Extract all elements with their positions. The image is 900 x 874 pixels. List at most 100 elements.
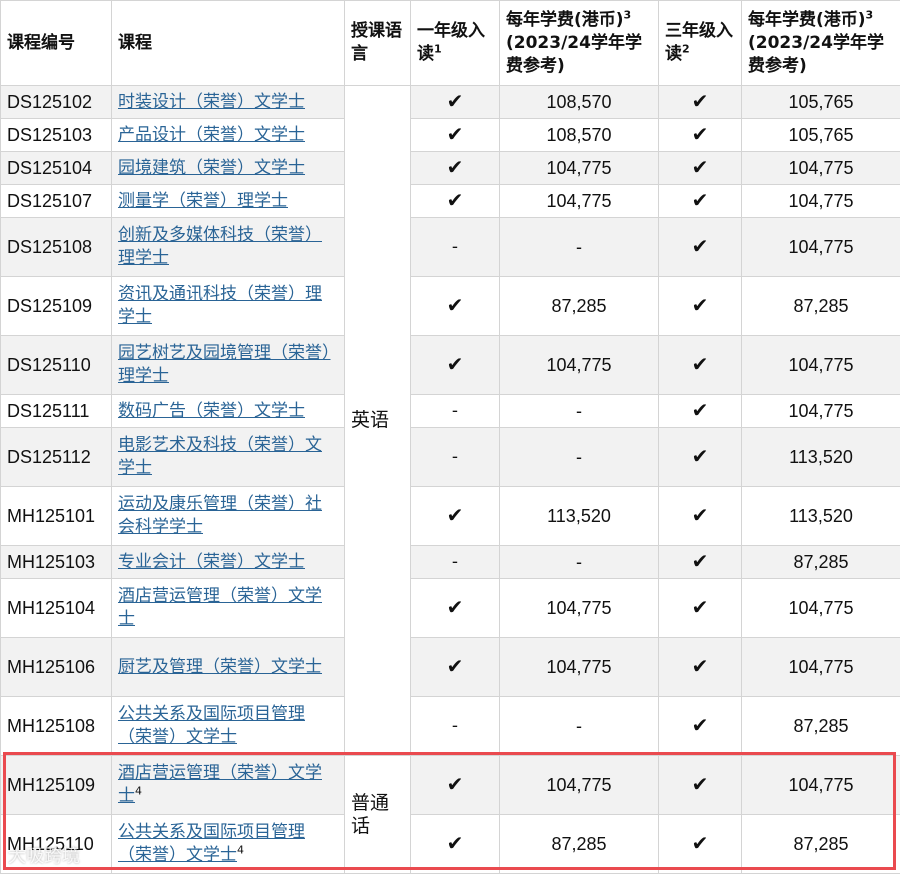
fee-value: 104,775 (546, 597, 612, 618)
fee-value: 108,570 (546, 124, 612, 145)
course-code: DS125109 (0, 276, 112, 336)
year3-status: ✔ (658, 276, 742, 336)
year1-fee: 113,520 (499, 486, 659, 546)
year3-fee: 113,520 (741, 486, 900, 546)
dash-mark: - (576, 236, 582, 257)
course-code: DS125103 (0, 118, 112, 152)
course-code: MH125109 (0, 755, 112, 815)
course-link[interactable]: 园艺树艺及园境管理（荣誉）理学士 (118, 343, 331, 386)
year3-status: ✔ (658, 814, 742, 874)
course-link[interactable]: 酒店营运管理（荣誉）文学士 (118, 586, 322, 629)
table-row: MH125104 酒店营运管理（荣誉）文学士 ✔ 104,775 ✔ 104,775 (0, 578, 900, 638)
year3-status: ✔ (658, 118, 742, 152)
course-cell: 园境建筑（荣誉）文学士 (111, 151, 345, 185)
course-link[interactable]: 运动及康乐管理（荣誉）社会科学学士 (118, 494, 322, 537)
year3-fee: 104,775 (741, 217, 900, 277)
year1-fee: 104,775 (499, 578, 659, 638)
year3-fee: 87,285 (741, 696, 900, 756)
course-link[interactable]: 数码广告（荣誉）文学士 (118, 401, 305, 421)
course-cell: 电影艺术及科技（荣誉）文学士 (111, 427, 345, 487)
check-icon: ✔ (691, 292, 709, 317)
year3-status: ✔ (658, 637, 742, 697)
course-cell: 数码广告（荣誉）文学士 (111, 394, 345, 428)
dash-mark: - (451, 446, 459, 467)
year3-fee: 113,520 (741, 427, 900, 487)
year3-fee: 104,775 (741, 394, 900, 428)
course-link[interactable]: 电影艺术及科技（荣誉）文学士 (118, 435, 322, 478)
year3-status: ✔ (658, 755, 742, 815)
year1-status: ✔ (410, 755, 500, 815)
course-link[interactable]: 资讯及通讯科技（荣誉）理学士 (118, 284, 322, 327)
course-cell: 产品设计（荣誉）文学士 (111, 118, 345, 152)
check-icon: ✔ (691, 594, 709, 619)
course-cell: 测量学（荣誉）理学士 (111, 184, 345, 218)
dash-mark: - (576, 446, 582, 467)
check-icon: ✔ (446, 830, 464, 855)
course-link[interactable]: 厨艺及管理（荣誉）文学士 (118, 657, 322, 677)
fee-value: 104,775 (546, 190, 612, 211)
check-icon: ✔ (691, 351, 709, 376)
year1-status: ✔ (410, 486, 500, 546)
year3-fee: 104,775 (741, 184, 900, 218)
year1-fee: 108,570 (499, 85, 659, 119)
dash-mark: - (451, 400, 459, 421)
language-english: 英语 (344, 85, 411, 756)
course-link[interactable]: 公共关系及国际项目管理（荣誉）文学士 (118, 822, 305, 865)
year3-fee: 87,285 (741, 545, 900, 579)
year3-status: ✔ (658, 696, 742, 756)
fee-value: 104,775 (788, 774, 854, 795)
fee-value: 104,775 (788, 656, 854, 677)
check-icon: ✔ (691, 154, 709, 179)
course-code: DS125104 (0, 151, 112, 185)
course-link[interactable]: 园境建筑（荣誉）文学士 (118, 158, 305, 178)
year1-fee: 104,775 (499, 637, 659, 697)
fee-value: 104,775 (788, 157, 854, 178)
course-link[interactable]: 产品设计（荣誉）文学士 (118, 125, 305, 145)
course-link[interactable]: 酒店营运管理（荣誉）文学士 (118, 763, 322, 806)
year1-status: ✔ (410, 151, 500, 185)
table-row: DS125107 测量学（荣誉）理学士 ✔ 104,775 ✔ 104,775 (0, 184, 900, 218)
fee-value: 87,285 (793, 295, 849, 316)
check-icon: ✔ (446, 88, 464, 113)
fee-value: 87,285 (793, 551, 849, 572)
course-link[interactable]: 公共关系及国际项目管理（荣誉）文学士 (118, 704, 305, 747)
check-icon: ✔ (691, 712, 709, 737)
year1-status: ✔ (410, 814, 500, 874)
check-icon: ✔ (691, 653, 709, 678)
course-link[interactable]: 测量学（荣誉）理学士 (118, 191, 288, 211)
table-row: DS125102 时装设计（荣誉）文学士 英语 ✔ 108,570 ✔ 105,765 (0, 85, 900, 756)
year1-status: - (410, 427, 500, 487)
year1-fee: - (499, 427, 659, 487)
course-link[interactable]: 专业会计（荣誉）文学士 (118, 552, 305, 572)
course-link[interactable]: 时装设计（荣誉）文学士 (118, 92, 305, 112)
table-row: MH125108 公共关系及国际项目管理（荣誉）文学士 - - ✔ 87,285 (0, 696, 900, 756)
table-row: DS125112 电影艺术及科技（荣誉）文学士 - - ✔ 113,520 (0, 427, 900, 487)
course-cell: 酒店营运管理（荣誉）文学士 (111, 578, 345, 638)
year3-fee: 104,775 (741, 637, 900, 697)
check-icon: ✔ (691, 121, 709, 146)
year1-status: ✔ (410, 276, 500, 336)
dash-mark: - (451, 236, 459, 257)
year3-status: ✔ (658, 545, 742, 579)
course-code: DS125108 (0, 217, 112, 277)
course-link[interactable]: 创新及多媒体科技（荣誉）理学士 (118, 225, 322, 268)
fee-value: 113,520 (789, 446, 853, 467)
year1-status: ✔ (410, 578, 500, 638)
course-code: DS125111 (0, 394, 112, 428)
course-code: DS125102 (0, 85, 112, 119)
year1-status: ✔ (410, 118, 500, 152)
course-cell: 时装设计（荣誉）文学士 (111, 85, 345, 119)
year3-fee: 105,765 (741, 85, 900, 119)
table-row: MH125106 厨艺及管理（荣誉）文学士 ✔ 104,775 ✔ 104,775 (0, 637, 900, 697)
year3-status: ✔ (658, 394, 742, 428)
dash-mark: - (576, 400, 582, 421)
check-icon: ✔ (446, 502, 464, 527)
table-row: DS125104 园境建筑（荣誉）文学士 ✔ 104,775 ✔ 104,775 (0, 151, 900, 185)
course-code: MH125108 (0, 696, 112, 756)
course-code: MH125106 (0, 637, 112, 697)
course-cell: 公共关系及国际项目管理（荣誉）文学士4 (111, 814, 345, 874)
check-icon: ✔ (691, 187, 709, 212)
check-icon: ✔ (691, 233, 709, 258)
course-cell: 公共关系及国际项目管理（荣誉）文学士 (111, 696, 345, 756)
footnote-marker: 4 (135, 784, 142, 798)
